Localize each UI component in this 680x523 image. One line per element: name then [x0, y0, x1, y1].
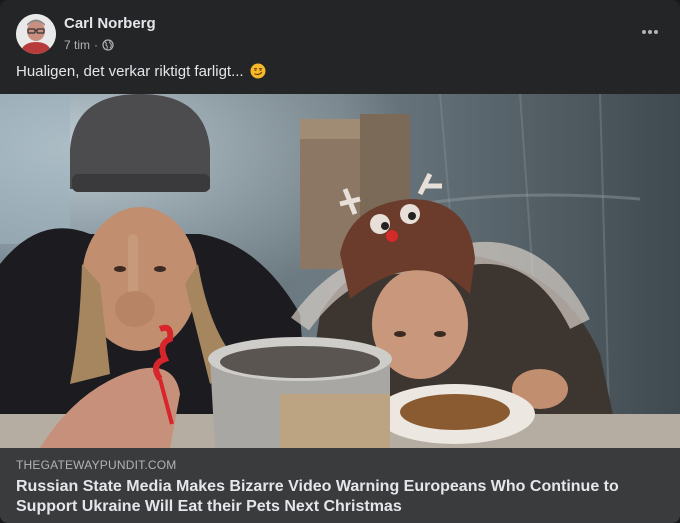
separator-dot: ·	[94, 38, 99, 52]
more-options-icon	[642, 30, 658, 34]
post-card: Carl Norberg 7 tim · Hualigen, det verka…	[0, 0, 680, 523]
post-subline: 7 tim ·	[64, 38, 156, 52]
avatar-portrait-icon	[16, 14, 56, 54]
avatar[interactable]	[16, 14, 56, 54]
author-name[interactable]: Carl Norberg	[64, 15, 156, 33]
post-timestamp[interactable]: 7 tim	[64, 38, 90, 52]
post-meta: Carl Norberg 7 tim ·	[64, 15, 156, 52]
link-title[interactable]: Russian State Media Makes Bizarre Video …	[16, 477, 664, 517]
link-preview[interactable]: THEGATEWAYPUNDIT.COM Russian State Media…	[0, 448, 680, 523]
post-header: Carl Norberg 7 tim ·	[16, 14, 156, 54]
post-image-illustration	[0, 94, 680, 448]
post-image[interactable]	[0, 94, 680, 448]
caption-text: Hualigen, det verkar riktigt farligt...	[16, 63, 244, 80]
post-caption: Hualigen, det verkar riktigt farligt...	[16, 62, 266, 82]
globe-icon[interactable]	[102, 39, 114, 51]
link-domain: THEGATEWAYPUNDIT.COM	[16, 458, 177, 472]
more-options-button[interactable]	[636, 20, 664, 44]
smirking-face-emoji	[250, 63, 266, 79]
